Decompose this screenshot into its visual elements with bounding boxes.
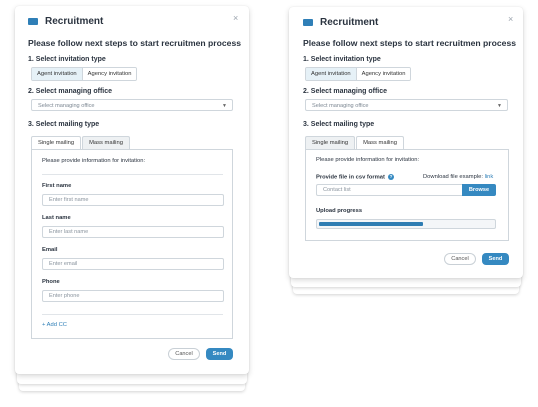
- tab-mass-mailing[interactable]: Mass mailing: [356, 136, 404, 149]
- step2-label: 2. Select managing office: [28, 88, 113, 95]
- step1-label: 1. Select invitation type: [303, 56, 381, 63]
- upload-progress-fill: [319, 222, 423, 226]
- tab-mass-mailing[interactable]: Mass mailing: [82, 136, 130, 149]
- mass-mailing-panel: Please provide information for invitatio…: [305, 149, 509, 241]
- upload-progress-bar: [316, 219, 496, 229]
- managing-office-select[interactable]: Select managing office ▼: [305, 99, 508, 111]
- email-label: Email: [42, 247, 58, 253]
- send-button[interactable]: Send: [482, 253, 509, 265]
- first-name-field[interactable]: Enter first name: [42, 194, 224, 206]
- close-icon[interactable]: ×: [508, 15, 513, 24]
- step1-label: 1. Select invitation type: [28, 56, 106, 63]
- chevron-down-icon: ▼: [222, 103, 227, 109]
- invitation-type-group: Agent invitation Agency invitation: [31, 67, 138, 81]
- step3-label: 3. Select mailing type: [303, 121, 375, 128]
- agent-invitation-button[interactable]: Agent invitation: [32, 68, 82, 80]
- phone-field[interactable]: Enter phone: [42, 290, 224, 302]
- browse-button[interactable]: Browse: [462, 184, 496, 196]
- csv-label-text: Provide file in csv format: [316, 174, 385, 181]
- tab-single-mailing[interactable]: Single mailing: [305, 136, 356, 149]
- last-name-label: Last name: [42, 215, 71, 221]
- mailing-tabs: Single mailing Mass mailing: [31, 136, 131, 149]
- dialog-header: Recruitment: [28, 16, 103, 27]
- recruitment-icon: [303, 19, 313, 26]
- download-example: Download file example: link: [423, 174, 493, 180]
- instructions-heading: Please follow next steps to start recrui…: [28, 38, 242, 48]
- agency-invitation-button[interactable]: Agency invitation: [81, 68, 137, 80]
- contact-list-field[interactable]: Contact list: [316, 184, 466, 196]
- first-name-label: First name: [42, 183, 72, 189]
- upload-progress-label: Upload progress: [316, 208, 363, 214]
- help-icon[interactable]: ?: [387, 174, 394, 180]
- tab-single-mailing[interactable]: Single mailing: [31, 136, 82, 149]
- invitation-intro: Please provide information for invitatio…: [42, 158, 146, 164]
- managing-office-select[interactable]: Select managing office ▼: [31, 99, 233, 111]
- send-button[interactable]: Send: [206, 348, 233, 360]
- invitation-type-group: Agent invitation Agency invitation: [305, 67, 412, 81]
- chevron-down-icon: ▼: [497, 103, 502, 109]
- agency-invitation-button[interactable]: Agency invitation: [355, 68, 411, 80]
- divider: [42, 314, 223, 315]
- add-cc-link[interactable]: + Add CC: [42, 322, 67, 328]
- invitation-intro: Please provide information for invitatio…: [316, 157, 420, 163]
- cancel-button[interactable]: Cancel: [168, 348, 200, 360]
- download-link[interactable]: link: [485, 174, 494, 180]
- dialog-header: Recruitment: [303, 17, 378, 28]
- step2-label: 2. Select managing office: [303, 88, 388, 95]
- phone-label: Phone: [42, 279, 60, 285]
- instructions-heading: Please follow next steps to start recrui…: [303, 38, 517, 48]
- csv-label: Provide file in csv format?: [316, 174, 394, 181]
- close-icon[interactable]: ×: [233, 14, 238, 23]
- mailing-tabs: Single mailing Mass mailing: [305, 136, 405, 149]
- email-field[interactable]: Enter email: [42, 258, 224, 270]
- single-mailing-panel: Please provide information for invitatio…: [31, 149, 233, 339]
- select-placeholder: Select managing office: [38, 103, 95, 109]
- dialog-title: Recruitment: [45, 16, 104, 27]
- agent-invitation-button[interactable]: Agent invitation: [306, 68, 356, 80]
- last-name-field[interactable]: Enter last name: [42, 226, 224, 238]
- divider: [42, 174, 223, 175]
- dialog-title: Recruitment: [320, 17, 379, 28]
- recruitment-icon: [28, 18, 38, 25]
- cancel-button[interactable]: Cancel: [444, 253, 476, 265]
- download-label: Download file example:: [423, 174, 483, 180]
- left-dialog: Recruitment × Please follow next steps t…: [15, 6, 249, 374]
- step3-label: 3. Select mailing type: [28, 121, 100, 128]
- right-dialog: Recruitment × Please follow next steps t…: [289, 7, 523, 278]
- select-placeholder: Select managing office: [312, 103, 369, 109]
